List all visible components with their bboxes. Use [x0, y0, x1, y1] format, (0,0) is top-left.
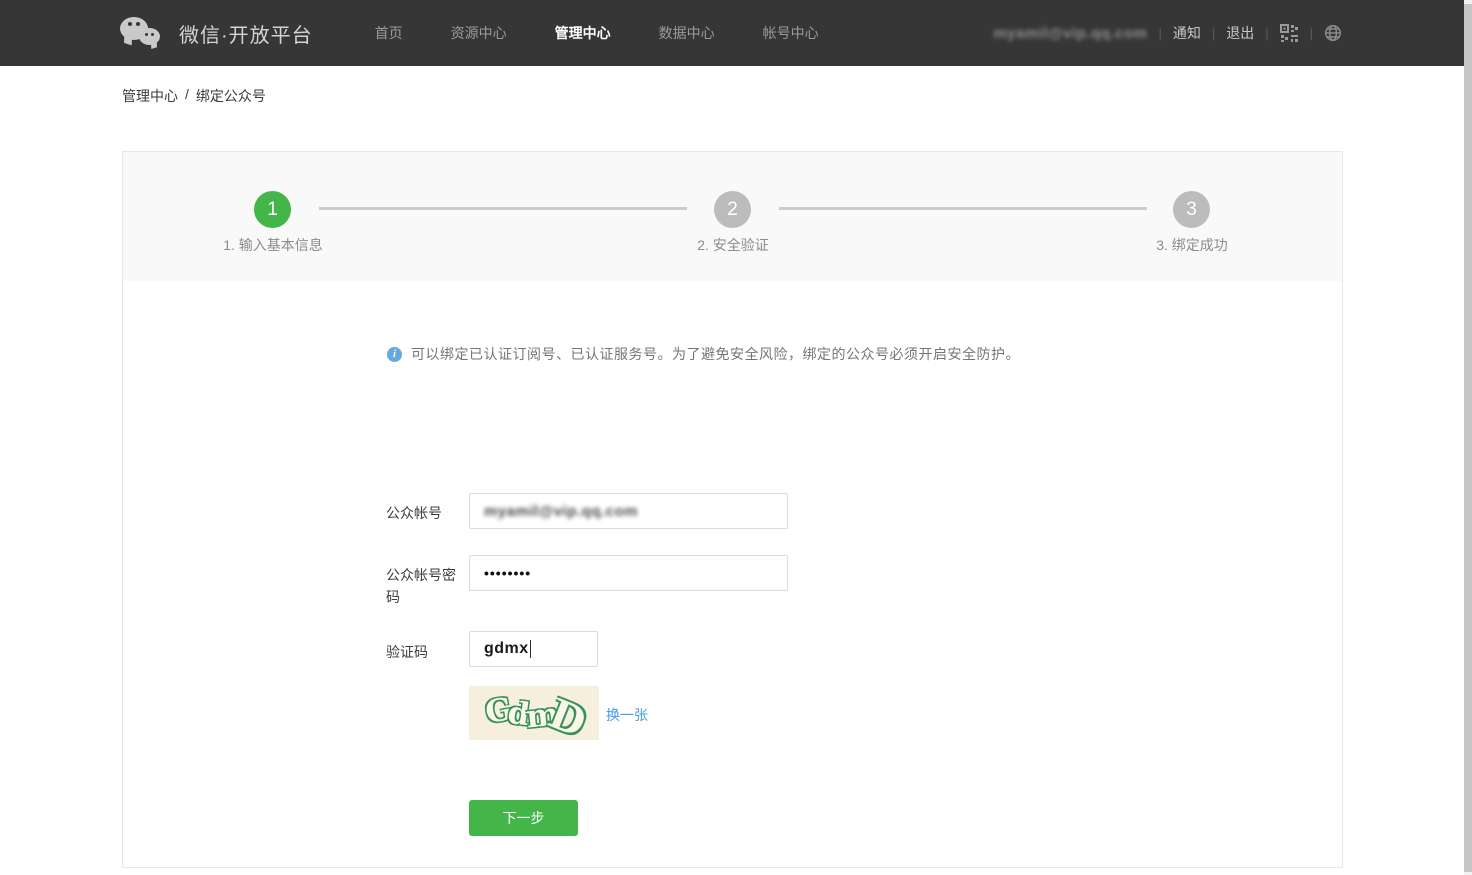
captcha-image: G d m D: [469, 686, 599, 740]
nav-resource-center[interactable]: 资源中心: [451, 23, 507, 43]
refresh-captcha-link[interactable]: 换一张: [606, 705, 648, 725]
notifications-link[interactable]: 通知: [1173, 23, 1201, 43]
user-email[interactable]: myamil@vip.qq.com: [993, 25, 1147, 42]
account-input[interactable]: myamil@vip.qq.com: [469, 493, 788, 529]
header-separator: |: [1265, 26, 1268, 41]
scrollbar-thumb[interactable]: [1464, 4, 1472, 872]
nav-home[interactable]: 首页: [375, 23, 403, 43]
password-input[interactable]: ••••••••: [469, 555, 788, 591]
captcha-input[interactable]: gdmx: [469, 631, 598, 667]
logout-link[interactable]: 退出: [1226, 23, 1254, 43]
next-step-button[interactable]: 下一步: [469, 800, 578, 836]
account-input-value: myamil@vip.qq.com: [484, 503, 638, 520]
nav-account-center[interactable]: 帐号中心: [763, 23, 819, 43]
step-1-label: 1. 输入基本信息: [163, 235, 383, 255]
wechat-logo-icon[interactable]: [120, 14, 166, 52]
step-connector-line: [319, 207, 687, 210]
text-cursor: [530, 640, 532, 658]
main-nav: 首页 资源中心 管理中心 数据中心 帐号中心: [375, 23, 819, 43]
brand-title: 微信·开放平台: [179, 19, 313, 48]
top-navbar: 微信·开放平台 首页 资源中心 管理中心 数据中心 帐号中心 myamil@vi…: [0, 0, 1472, 66]
breadcrumb: 管理中心 / 绑定公众号: [122, 86, 266, 106]
header-separator: |: [1212, 26, 1215, 41]
step-2-circle: 2: [714, 191, 751, 228]
progress-stepper: 1 2 3 1. 输入基本信息 2. 安全验证 3. 绑定成功: [123, 152, 1342, 281]
password-input-value: ••••••••: [484, 565, 531, 581]
header-user-area: myamil@vip.qq.com | 通知 | 退出 | |: [993, 23, 1342, 43]
captcha-field-label: 验证码: [386, 641, 468, 663]
header-separator: |: [1310, 26, 1313, 41]
nav-management-center[interactable]: 管理中心: [555, 23, 611, 43]
wechat-bubble-small: [139, 28, 160, 45]
step-connector-line: [779, 207, 1147, 210]
password-field-label: 公众帐号密码: [386, 564, 468, 608]
step-3-label: 3. 绑定成功: [1082, 235, 1302, 255]
info-note: i 可以绑定已认证订阅号、已认证服务号。为了避免安全风险，绑定的公众号必须开启安…: [387, 344, 1020, 364]
header-separator: |: [1158, 26, 1161, 41]
step-1-circle: 1: [254, 191, 291, 228]
globe-language-icon[interactable]: [1324, 24, 1342, 42]
info-text: 可以绑定已认证订阅号、已认证服务号。为了避免安全风险，绑定的公众号必须开启安全防…: [411, 344, 1020, 364]
step-3-circle: 3: [1173, 191, 1210, 228]
breadcrumb-separator: /: [185, 86, 189, 106]
account-field-label: 公众帐号: [386, 502, 468, 524]
page-scrollbar: [1464, 0, 1472, 875]
qr-code-icon[interactable]: [1280, 24, 1299, 43]
info-icon: i: [387, 347, 402, 362]
bind-account-panel: 1 2 3 1. 输入基本信息 2. 安全验证 3. 绑定成功 i 可以绑定已认…: [122, 151, 1343, 868]
nav-data-center[interactable]: 数据中心: [659, 23, 715, 43]
breadcrumb-current: 绑定公众号: [196, 86, 266, 106]
captcha-input-value: gdmx: [484, 640, 529, 658]
breadcrumb-section[interactable]: 管理中心: [122, 86, 178, 106]
step-2-label: 2. 安全验证: [623, 235, 843, 255]
